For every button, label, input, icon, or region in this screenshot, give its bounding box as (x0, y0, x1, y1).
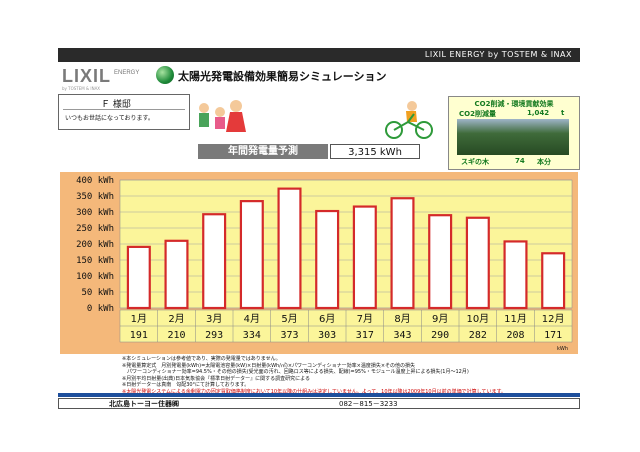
x-tick-label: 11月 (504, 313, 527, 325)
chart-svg: 400 kWh 350 kWh 300 kWh 250 kWh 200 kWh 150 k… (76, 176, 573, 352)
x-tick-label: 8月 (394, 313, 410, 325)
y-tick-label: 100 kWh (76, 272, 114, 282)
bar (164, 239, 189, 310)
brand-bar: LIXIL ENERGY by TOSTEM & INAX (58, 48, 580, 62)
x-tick-label: 1月 (131, 313, 147, 325)
data-label: 303 (318, 330, 336, 341)
co2-reduction-unit: t (561, 109, 565, 117)
y-tick-label: 400 kWh (76, 176, 114, 186)
y-tick-label: 50 kWh (81, 288, 114, 298)
co2-title: CO2削減・環境貢献効果 (474, 100, 554, 108)
y-tick-label: 0 kWh (87, 304, 114, 314)
footer: 北広島トーヨー住器㈱ 082－815－3233 (58, 398, 580, 409)
y-tick-label: 350 kWh (76, 192, 114, 202)
logo-energy: ENERGY (114, 70, 140, 76)
company-name: 北広島トーヨー住器㈱ (109, 400, 179, 408)
x-tick-label: 9月 (432, 313, 448, 325)
annual-value: 3,315 kWh (330, 144, 420, 159)
trees-label: スギの木 (461, 158, 489, 166)
simulation-sheet: LIXIL ENERGY by TOSTEM & INAX LIXIL ENER… (58, 48, 580, 414)
data-label: 334 (243, 330, 261, 341)
customer-message: いつもお世話になっております。 (65, 115, 154, 122)
forest-photo (457, 119, 569, 155)
co2-reduction-label: CO2削減量 (459, 110, 496, 118)
x-tick-label: 6月 (319, 313, 335, 325)
bar (541, 252, 566, 310)
bar (277, 187, 302, 310)
bar (126, 245, 151, 310)
data-label: 208 (506, 330, 524, 341)
notes: ※本シミュレーションは参考値であり、実際の発電量ではありません。 ※発電量算定式… (122, 356, 578, 395)
bar (390, 197, 415, 310)
bar (465, 216, 490, 310)
data-label: 293 (205, 330, 223, 341)
y-tick-label: 150 kWh (76, 256, 114, 266)
data-label: 210 (167, 330, 185, 341)
data-label: 191 (130, 330, 148, 341)
unit-label: kWh (557, 346, 568, 352)
data-label: 317 (356, 330, 374, 341)
co2-panel: CO2削減・環境貢献効果 CO2削減量 1,042 t スギの木 74 本分 (448, 96, 580, 170)
x-tick-label: 3月 (206, 313, 222, 325)
trees-unit: 本分 (537, 158, 551, 166)
x-tick-label: 5月 (281, 313, 297, 325)
data-label: 171 (544, 330, 562, 341)
logo-text: LIXIL (62, 66, 111, 86)
bar (315, 209, 340, 310)
annual-label: 年間発電量予測 (198, 144, 328, 159)
y-tick-label: 300 kWh (76, 208, 114, 218)
globe-icon (156, 66, 174, 84)
x-tick-label: 4月 (244, 313, 260, 325)
data-label: 290 (431, 330, 449, 341)
bar (503, 240, 528, 310)
customer-box: Ｆ 様邸 いつもお世話になっております。 (58, 94, 190, 130)
x-tick-label: 10月 (466, 313, 489, 325)
bar (202, 213, 227, 310)
trees-value: 74 (515, 157, 525, 165)
page-title: 太陽光発電設備効果簡易シミュレーション (178, 70, 387, 83)
x-tick-label: 7月 (357, 313, 373, 325)
bar (428, 214, 453, 310)
lixil-logo: LIXIL (62, 66, 111, 87)
x-tick-label: 2月 (168, 313, 184, 325)
phone-number: 082－815－3233 (339, 400, 398, 408)
logo-tagline: by TOSTEM & INAX (62, 86, 101, 91)
data-label: 282 (469, 330, 487, 341)
x-tick-label: 12月 (542, 313, 565, 325)
y-tick-label: 200 kWh (76, 240, 114, 250)
bicycle-illustration (385, 101, 433, 139)
co2-reduction-value: 1,042 (527, 109, 550, 117)
monthly-generation-chart: 400 kWh 350 kWh 300 kWh 250 kWh 200 kWh 150 k… (60, 172, 578, 354)
children-illustration (199, 100, 246, 132)
data-label: 373 (280, 330, 298, 341)
bar (352, 205, 377, 310)
footer-strip (58, 393, 580, 397)
customer-divider (63, 109, 185, 110)
y-tick-label: 250 kWh (76, 224, 114, 234)
data-label: 343 (393, 330, 411, 341)
bar (239, 200, 264, 310)
